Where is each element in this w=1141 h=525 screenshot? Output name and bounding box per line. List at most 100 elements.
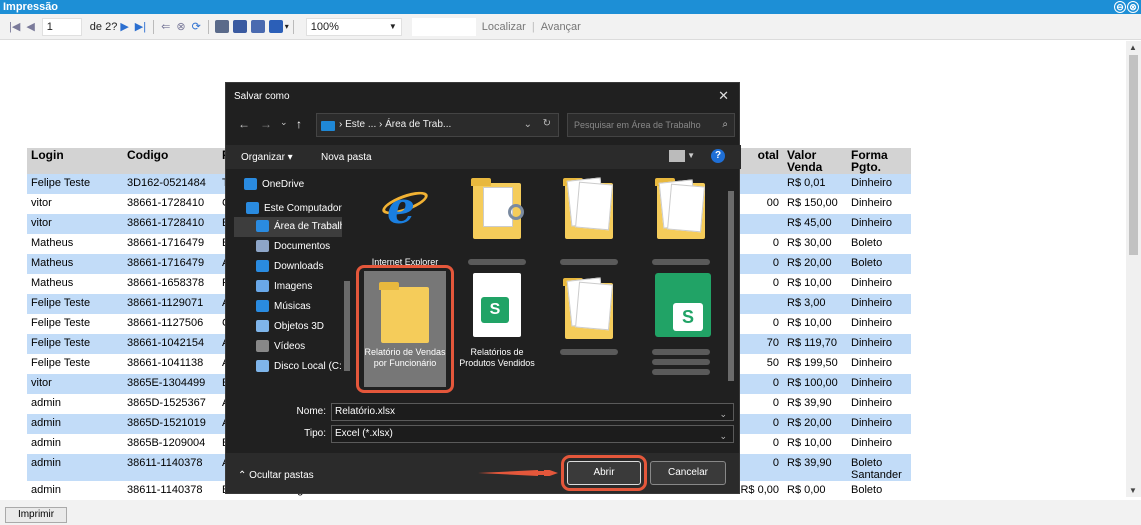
filename-input[interactable]: Relatório.xlsx ⌄ [331,403,734,421]
cell-login: admin [27,414,123,434]
find-separator: | [531,20,535,33]
nav-item-imagens[interactable]: Imagens [234,277,342,297]
first-page-icon[interactable]: |◀ [6,20,23,33]
nav-item-label: Músicas [274,301,311,312]
nav-scroll-thumb[interactable] [344,281,350,371]
address-bar[interactable]: › Este ... › Área de Trab... ⌄ ↻ [316,113,559,137]
nav-item-documentos[interactable]: Documentos [234,237,342,257]
refresh-icon[interactable]: ⟳ [189,20,204,33]
nav-item-objetos-3d[interactable]: Objetos 3D [234,317,342,337]
nav-item-v-deos[interactable]: Vídeos [234,337,342,357]
open-button[interactable]: Abrir [567,461,641,485]
folder-item[interactable] [548,171,630,281]
excel-file-item[interactable]: S [640,271,722,381]
help-icon[interactable]: ? [711,149,725,163]
nav-item--rea-de-trabalh[interactable]: Área de Trabalh [234,217,342,237]
back-arrow-icon[interactable]: ← [238,117,250,131]
organize-button[interactable]: Organizar ▾ [241,152,293,163]
view-dropdown-icon[interactable]: ▼ [687,151,695,160]
address-dropdown-icon[interactable]: ⌄ [524,119,532,130]
dialog-close-icon[interactable]: ✕ [718,88,729,104]
col-valor-venda: Valor Venda [783,148,847,174]
cell-valor-venda: R$ 150,00 [787,197,838,209]
nav-item-este-computador[interactable]: Este Computador [234,199,342,219]
cell-valor-venda: R$ 0,01 [783,174,847,194]
up-arrow-icon[interactable]: ↑ [296,117,302,131]
cell-codigo: 38611-1140378 [123,454,218,481]
cell-valor-venda: R$ 0,00 [787,484,826,496]
files-scrollbar[interactable] [726,171,736,393]
stop-icon[interactable]: ⊗ [173,20,188,33]
forward-arrow-icon[interactable]: → [260,117,272,131]
nav-item-icon [256,260,269,272]
folder-item[interactable] [456,171,538,281]
cell-valor-venda: R$ 20,00 [783,254,847,274]
new-folder-button[interactable]: Nova pasta [321,152,372,163]
dialog-command-bar: Organizar ▾ Nova pasta ▼ ? [226,145,741,169]
dialog-navigation-row: ← → ⌄ ↑ › Este ... › Área de Trab... ⌄ ↻… [234,111,735,137]
filename-value: Relatório.xlsx [335,406,396,417]
print-button[interactable]: Imprimir [5,507,67,523]
hide-folders-toggle[interactable]: ⌃ Ocultar pastas [238,470,314,481]
minimize-icon[interactable]: ⊖ [1114,1,1126,13]
cancel-button[interactable]: Cancelar [650,461,726,485]
report-toolbar: |◀ ◀ 1 de 2? ▶ ▶| ⇐ ⊗ ⟳ ▾ 100% ▼ Localiz… [0,14,1141,40]
find-link[interactable]: Localizar [482,21,526,33]
dialog-search-input[interactable]: Pesquisar em Área de Trabalho ⌕ [567,113,735,137]
next-link[interactable]: Avançar [541,21,581,33]
scroll-thumb[interactable] [1129,55,1138,255]
prev-page-icon[interactable]: ◀ [23,20,37,33]
refresh-icon[interactable]: ↻ [543,118,551,129]
print-layout-icon[interactable] [232,20,247,33]
close-icon[interactable]: ⊗ [1127,1,1139,13]
folder-icon [559,273,619,345]
folder-item[interactable] [548,271,630,381]
next-page-icon[interactable]: ▶ [117,20,131,33]
nav-item-label: Objetos 3D [274,321,325,332]
export-icon[interactable] [268,20,283,33]
scroll-up-icon[interactable]: ▲ [1129,43,1137,52]
recent-dropdown-icon[interactable]: ⌄ [280,117,288,128]
cell-valor-venda: R$ 20,00 [783,414,847,434]
cell-login: admin [27,454,123,481]
nav-item-icon [256,220,269,232]
page-setup-icon[interactable] [250,20,265,33]
cell-login: vitor [31,197,52,209]
find-input[interactable] [411,17,476,36]
nav-item-downloads[interactable]: Downloads [234,257,342,277]
col-forma-pgto: Forma Pgto. [847,148,911,174]
back-icon[interactable]: ⇐ [158,20,173,33]
zoom-select[interactable]: 100% ▼ [305,17,402,36]
cell-valor-venda: R$ 30,00 [787,237,832,249]
folder-item[interactable] [640,171,722,281]
window-title-bar: Impressão ⊖ ⊗ [0,0,1141,14]
chevron-down-icon[interactable]: ⌄ [719,428,727,444]
cell-valor-venda: R$ 10,00 [787,317,832,329]
files-scroll-thumb[interactable] [728,191,734,381]
export-dropdown-icon[interactable]: ▾ [285,22,289,31]
nav-item-icon [256,300,269,312]
report-scrollbar[interactable]: ▲ ▼ [1126,41,1141,497]
chevron-down-icon[interactable]: ⌄ [719,406,727,422]
cell-valor-venda: R$ 39,90 [783,454,847,481]
desktop-folder-icon [321,121,335,131]
filetype-select[interactable]: Excel (*.xlsx) ⌄ [331,425,734,443]
nav-item-m-sicas[interactable]: Músicas [234,297,342,317]
last-page-icon[interactable]: ▶| [132,20,149,33]
cell-codigo: 38661-1041138 [127,357,204,369]
print-icon[interactable] [214,20,229,33]
scroll-down-icon[interactable]: ▼ [1129,486,1137,495]
col-login: Login [27,148,123,174]
cell-forma-pgto: Dinheiro [851,357,892,369]
nav-item-onedrive[interactable]: OneDrive [234,175,342,195]
nav-scrollbar[interactable] [342,171,352,393]
cell-login: Felipe Teste [27,334,123,354]
selection-highlight [356,265,454,393]
folder-icon [559,173,619,245]
nav-item-disco-local-c[interactable]: Disco Local (C:) [234,357,342,377]
navigation-pane: OneDrive Este Computador Área de Trabalh Do… [234,171,354,393]
view-options-icon[interactable] [669,150,685,162]
page-number-input[interactable]: 1 [41,17,82,36]
page-count-label: de 2? [89,20,118,33]
file-relatorios-produtos-vendidos[interactable]: S Relatórios de Produtos Vendidos [456,271,538,381]
